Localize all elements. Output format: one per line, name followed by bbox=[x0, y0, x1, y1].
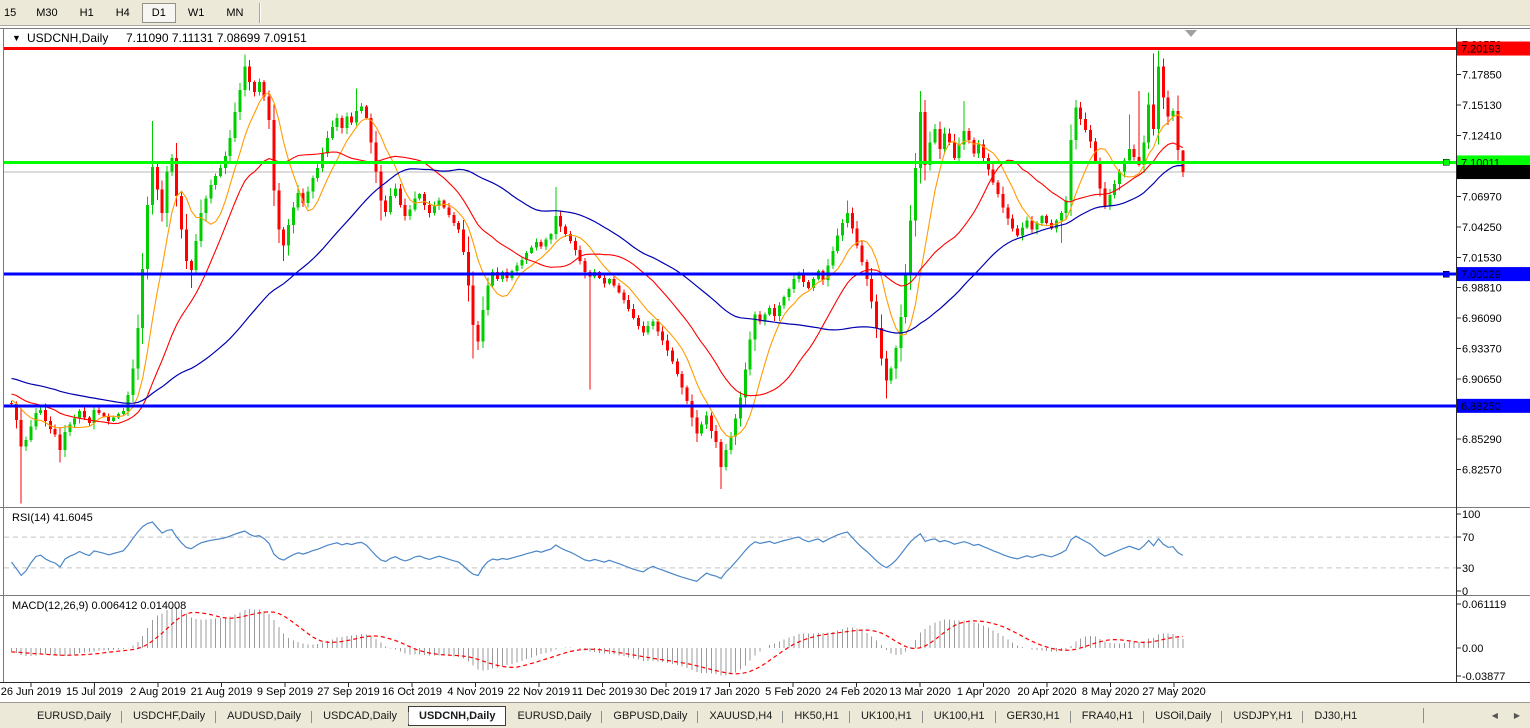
svg-text:11 Dec 2019: 11 Dec 2019 bbox=[572, 686, 634, 698]
svg-text:7.17850: 7.17850 bbox=[1462, 70, 1502, 82]
tab-scroll-left-icon[interactable]: ◀ bbox=[1492, 711, 1498, 720]
chart-tab-ger30-h1[interactable]: GER30,H1 bbox=[996, 706, 1071, 726]
chart-tab-eurusd-daily[interactable]: EURUSD,Daily bbox=[506, 706, 602, 726]
svg-text:8 May 2020: 8 May 2020 bbox=[1082, 686, 1139, 698]
svg-text:2 Aug 2019: 2 Aug 2019 bbox=[130, 686, 186, 698]
svg-text:4 Nov 2019: 4 Nov 2019 bbox=[447, 686, 503, 698]
price-badge-7.00029: 7.00029 bbox=[1457, 267, 1530, 281]
chart-dropdown-icon[interactable]: ▼ bbox=[12, 33, 21, 43]
chart-tab-dj30-h1[interactable]: DJ30,H1 bbox=[1303, 706, 1368, 726]
svg-text:7.09151: 7.09151 bbox=[1461, 167, 1501, 179]
svg-text:7.15130: 7.15130 bbox=[1462, 100, 1502, 112]
svg-text:24 Feb 2020: 24 Feb 2020 bbox=[826, 686, 888, 698]
chart-tab-usdcnh-daily[interactable]: USDCNH,Daily bbox=[408, 706, 506, 726]
svg-text:70: 70 bbox=[1462, 532, 1474, 544]
chart-title-ohlc: 7.11090 7.11131 7.08699 7.09151 bbox=[126, 31, 307, 45]
macd-axis[interactable]: 0.061119 0.00 -0.03877 bbox=[1456, 599, 1506, 683]
rsi-panel-title: RSI(14) 41.6045 bbox=[12, 512, 93, 524]
svg-text:7.04250: 7.04250 bbox=[1462, 222, 1502, 234]
chart-tab-usdchf-daily[interactable]: USDCHF,Daily bbox=[122, 706, 216, 726]
svg-text:17 Jan 2020: 17 Jan 2020 bbox=[699, 686, 760, 698]
svg-text:15 Jul 2019: 15 Jul 2019 bbox=[66, 686, 123, 698]
hline-handle-7.10011[interactable] bbox=[1443, 159, 1449, 165]
svg-text:0.00: 0.00 bbox=[1462, 643, 1483, 655]
svg-text:5 Feb 2020: 5 Feb 2020 bbox=[765, 686, 821, 698]
svg-text:9 Sep 2019: 9 Sep 2019 bbox=[257, 686, 313, 698]
chart-tab-eurusd-daily[interactable]: EURUSD,Daily bbox=[26, 706, 122, 726]
ma-mid-line bbox=[12, 143, 1183, 424]
chart-tab-uk100-h1[interactable]: UK100,H1 bbox=[850, 706, 923, 726]
chart-title-symbol: USDCNH,Daily bbox=[27, 31, 108, 45]
svg-text:21 Aug 2019: 21 Aug 2019 bbox=[191, 686, 253, 698]
macd-histogram bbox=[12, 607, 1183, 675]
rsi-axis[interactable]: 100 70 30 0 bbox=[1456, 509, 1480, 598]
svg-text:7.12410: 7.12410 bbox=[1462, 131, 1502, 143]
svg-text:7.00029: 7.00029 bbox=[1461, 269, 1501, 281]
svg-text:-0.03877: -0.03877 bbox=[1462, 671, 1505, 683]
chart-frame bbox=[0, 28, 1530, 683]
svg-text:13 Mar 2020: 13 Mar 2020 bbox=[889, 686, 951, 698]
svg-text:100: 100 bbox=[1462, 509, 1480, 521]
hline-handle-7.00029[interactable] bbox=[1443, 271, 1449, 277]
chart-canvas[interactable]: 7.205707.178507.151307.124107.069707.042… bbox=[0, 0, 1530, 702]
chart-tab-gbpusd-daily[interactable]: GBPUSD,Daily bbox=[602, 706, 698, 726]
svg-text:6.88250: 6.88250 bbox=[1461, 401, 1501, 413]
macd-signal-line bbox=[12, 612, 1183, 674]
svg-text:22 Nov 2019: 22 Nov 2019 bbox=[508, 686, 570, 698]
svg-text:6.85290: 6.85290 bbox=[1462, 434, 1502, 446]
tabbar-divider bbox=[1423, 708, 1424, 723]
chart-tab-bar: EURUSD,DailyUSDCHF,DailyAUDUSD,DailyUSDC… bbox=[0, 702, 1530, 728]
svg-text:7.01530: 7.01530 bbox=[1462, 252, 1502, 264]
chart-tab-usdjpy-h1[interactable]: USDJPY,H1 bbox=[1222, 706, 1303, 726]
svg-text:6.98810: 6.98810 bbox=[1462, 283, 1502, 295]
svg-text:27 Sep 2019: 27 Sep 2019 bbox=[317, 686, 379, 698]
chart-tab-fra40-h1[interactable]: FRA40,H1 bbox=[1071, 706, 1144, 726]
svg-text:7.20193: 7.20193 bbox=[1461, 44, 1501, 56]
svg-text:27 May 2020: 27 May 2020 bbox=[1142, 686, 1206, 698]
latest-bar-marker-icon bbox=[1185, 30, 1197, 37]
svg-text:30: 30 bbox=[1462, 563, 1474, 575]
chart-tab-usdcad-daily[interactable]: USDCAD,Daily bbox=[312, 706, 408, 726]
price-badge-7.09151: 7.09151 bbox=[1457, 165, 1530, 179]
svg-text:0: 0 bbox=[1462, 586, 1468, 598]
svg-text:0.061119: 0.061119 bbox=[1462, 599, 1506, 611]
candlestick-series bbox=[10, 51, 1184, 504]
tab-scroll-right-icon[interactable]: ▶ bbox=[1514, 711, 1520, 720]
chart-tab-audusd-daily[interactable]: AUDUSD,Daily bbox=[216, 706, 312, 726]
svg-text:26 Jun 2019: 26 Jun 2019 bbox=[1, 686, 62, 698]
rsi-line bbox=[12, 522, 1183, 581]
svg-text:20 Apr 2020: 20 Apr 2020 bbox=[1017, 686, 1076, 698]
svg-text:30 Dec 2019: 30 Dec 2019 bbox=[635, 686, 697, 698]
chart-tab-usoil-daily[interactable]: USOil,Daily bbox=[1144, 706, 1222, 726]
svg-text:7.06970: 7.06970 bbox=[1462, 191, 1502, 203]
price-badge-6.88250: 6.88250 bbox=[1457, 399, 1530, 413]
ma-fast-line bbox=[12, 93, 1183, 438]
svg-text:6.93370: 6.93370 bbox=[1462, 344, 1502, 356]
svg-text:16 Oct 2019: 16 Oct 2019 bbox=[382, 686, 442, 698]
svg-text:6.90650: 6.90650 bbox=[1462, 374, 1502, 386]
price-badge-7.20193: 7.20193 bbox=[1457, 42, 1530, 56]
chart-tab-hk50-h1[interactable]: HK50,H1 bbox=[783, 706, 850, 726]
svg-text:1 Apr 2020: 1 Apr 2020 bbox=[957, 686, 1010, 698]
chart-tab-xauusd-h4[interactable]: XAUUSD,H4 bbox=[698, 706, 783, 726]
tab-scroll-nav: ◀▶ bbox=[1423, 708, 1530, 723]
macd-panel-title: MACD(12,26,9) 0.006412 0.014008 bbox=[12, 600, 186, 612]
time-axis[interactable]: 26 Jun 2019 15 Jul 2019 2 Aug 2019 21 Aug 2… bbox=[1, 683, 1206, 698]
svg-text:6.96090: 6.96090 bbox=[1462, 313, 1502, 325]
chart-tab-uk100-h1[interactable]: UK100,H1 bbox=[923, 706, 996, 726]
svg-text:6.82570: 6.82570 bbox=[1462, 464, 1502, 476]
